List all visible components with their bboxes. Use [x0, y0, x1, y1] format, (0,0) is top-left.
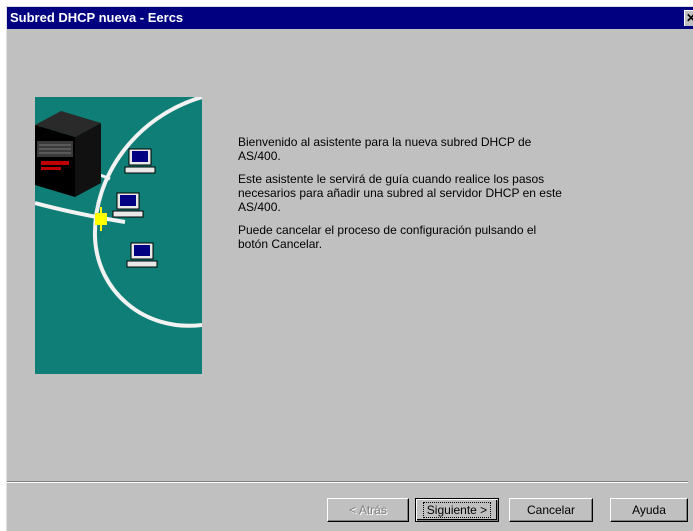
computer-icon: [124, 148, 156, 174]
button-separator: [7, 481, 688, 483]
welcome-paragraph: Bienvenido al asistente para la nueva su…: [238, 135, 532, 163]
close-button[interactable]: ✕: [684, 10, 693, 26]
back-button-label: < Atrás: [349, 503, 387, 517]
cancel-hint-paragraph: Puede cancelar el proceso de configuraci…: [238, 223, 537, 251]
computer-icon: [112, 192, 144, 218]
cancel-button-label: Cancelar: [526, 503, 576, 517]
computer-icon: [126, 242, 158, 268]
cancel-button[interactable]: Cancelar: [509, 498, 593, 522]
server-icon: [35, 111, 101, 197]
next-button-label: Siguiente >: [422, 502, 492, 518]
title-bar[interactable]: Subred DHCP nueva - Eercs ✕: [7, 7, 693, 29]
close-icon: ✕: [686, 11, 693, 25]
help-button-label: Ayuda: [632, 503, 666, 517]
back-button[interactable]: < Atrás: [327, 498, 409, 522]
dhcp-wizard-dialog: Subred DHCP nueva - Eercs ✕: [6, 6, 693, 531]
help-button[interactable]: Ayuda: [610, 498, 688, 522]
window-title: Subred DHCP nueva - Eercs: [10, 10, 184, 25]
description-paragraph: Este asistente le servirá de guía cuando…: [238, 172, 562, 214]
wizard-illustration: [35, 97, 202, 374]
welcome-text: Bienvenido al asistente para la nueva su…: [238, 135, 568, 260]
next-button[interactable]: Siguiente >: [415, 498, 499, 522]
